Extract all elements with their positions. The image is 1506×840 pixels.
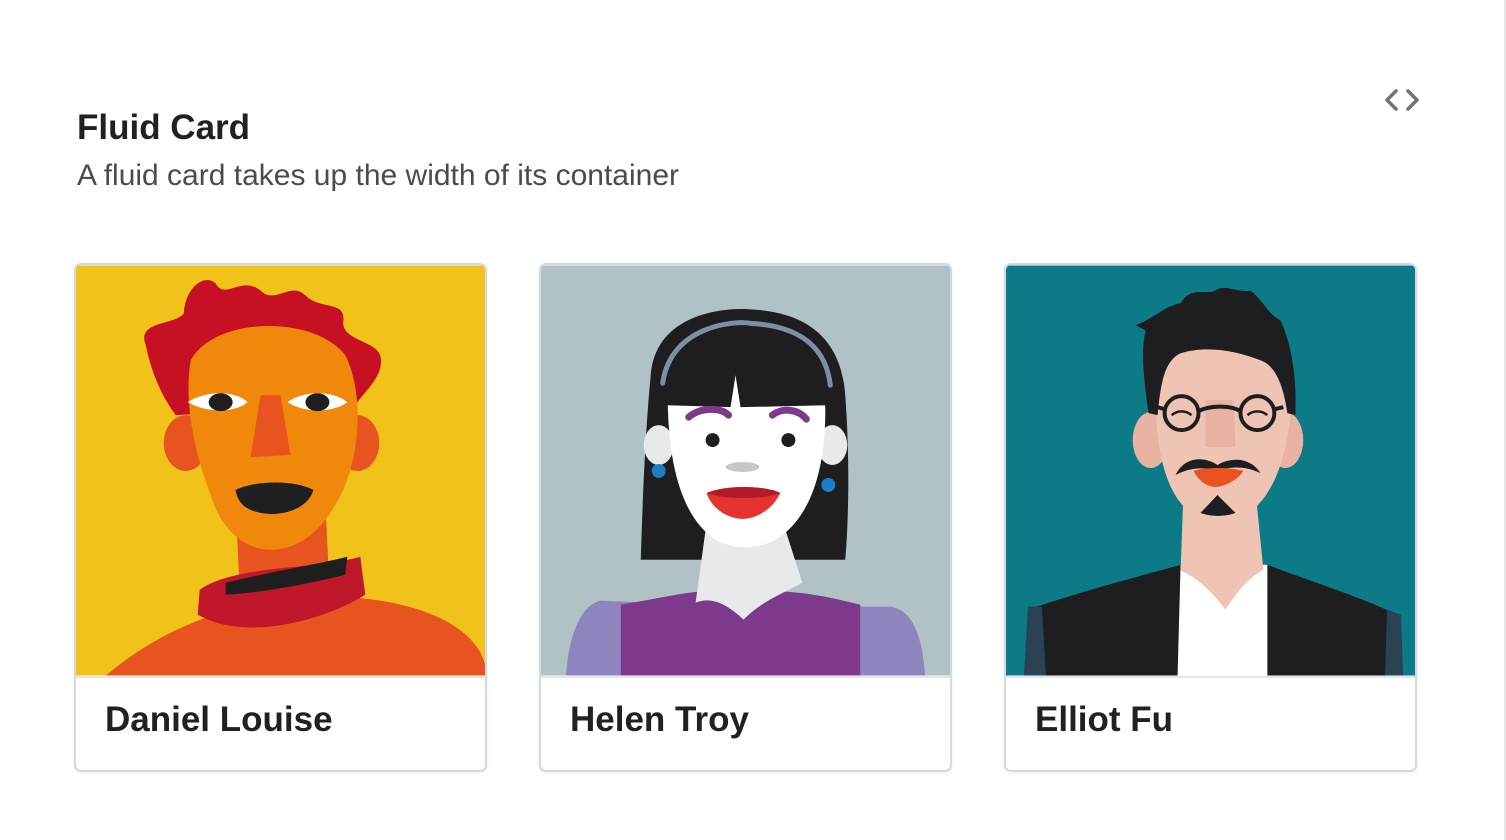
card-content: Elliot Fu <box>1006 676 1415 770</box>
view-code-button[interactable] <box>1380 82 1424 118</box>
card-list: Daniel Louise Helen Troy Elliot Fu <box>74 263 1417 772</box>
card-helen-troy[interactable]: Helen Troy <box>539 263 952 772</box>
card-elliot-fu[interactable]: Elliot Fu <box>1004 263 1417 772</box>
portrait-elliot-fu-image <box>1006 265 1415 676</box>
portrait-daniel-louise-image <box>76 265 485 676</box>
card-daniel-louise[interactable]: Daniel Louise <box>74 263 487 772</box>
card-content: Helen Troy <box>541 676 950 770</box>
card-title: Elliot Fu <box>1035 700 1174 739</box>
card-content: Daniel Louise <box>76 676 485 770</box>
card-title: Helen Troy <box>570 700 749 739</box>
portrait-helen-troy-image <box>541 265 950 676</box>
page-subtitle: A fluid card takes up the width of its c… <box>77 159 680 192</box>
page: Fluid Card A fluid card takes up the wid… <box>0 0 1506 840</box>
page-title: Fluid Card <box>77 108 251 147</box>
code-brackets-icon <box>1385 89 1419 111</box>
card-title: Daniel Louise <box>105 700 333 739</box>
